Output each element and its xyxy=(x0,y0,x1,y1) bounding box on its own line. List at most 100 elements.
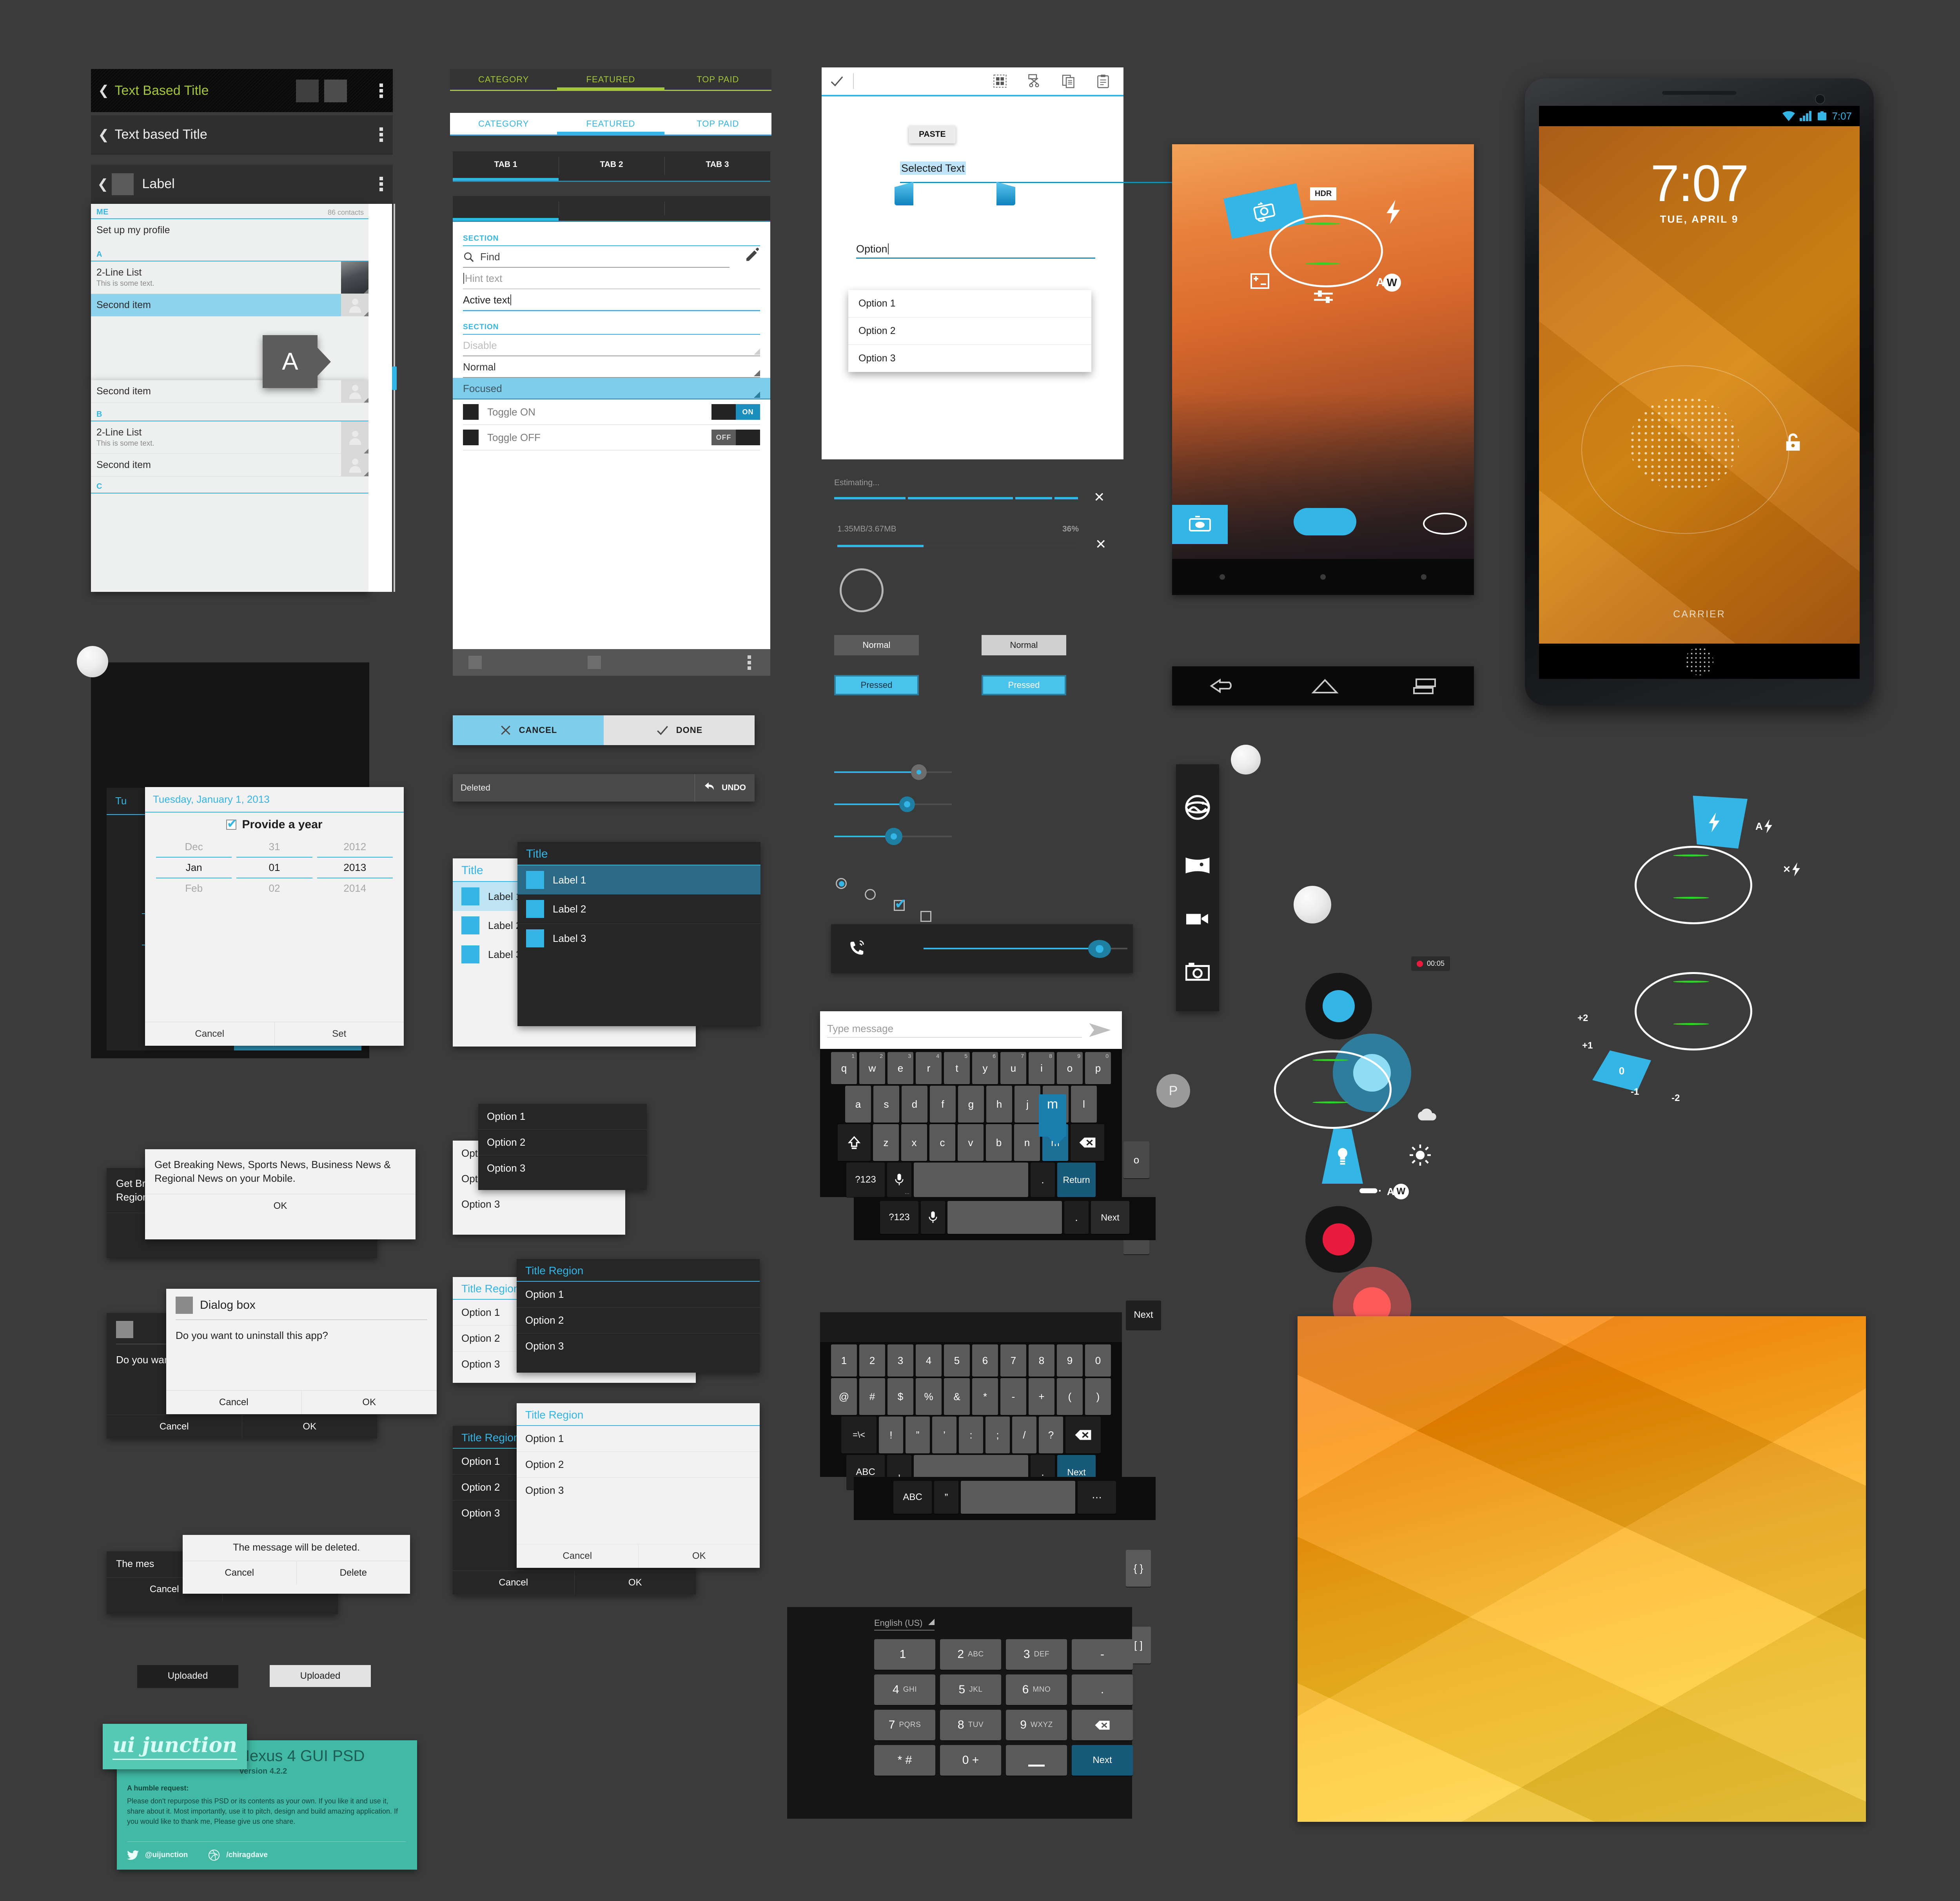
keypad-key-5[interactable]: 5 JKL xyxy=(940,1674,1001,1705)
incandescent-wedge[interactable] xyxy=(1322,1129,1363,1184)
menu-dark[interactable]: Option 1 Option 2 Option 3 xyxy=(478,1104,647,1190)
key-asterisk[interactable]: * xyxy=(972,1378,998,1415)
camera-mode-chip[interactable] xyxy=(1172,505,1228,544)
overflow-menu-icon[interactable] xyxy=(379,127,383,142)
key-2[interactable]: 2 xyxy=(859,1344,885,1377)
selection-handle-right[interactable] xyxy=(996,182,1015,205)
key-v[interactable]: v xyxy=(958,1124,984,1161)
tab-3[interactable]: TAB 3 xyxy=(664,151,770,181)
ok-button[interactable]: OK xyxy=(638,1544,760,1568)
toggle-on-row[interactable]: Toggle ON ON xyxy=(463,399,760,425)
tab-icon-1[interactable] xyxy=(453,196,559,221)
keyboard-symbols-ghost[interactable]: ABC ” ⋯ xyxy=(854,1477,1156,1520)
nav-dot-ring[interactable] xyxy=(1685,647,1713,675)
scrollbar-thumb[interactable] xyxy=(392,366,397,390)
cancel-button[interactable]: Cancel xyxy=(145,1022,274,1046)
key-squote[interactable]: ’ xyxy=(932,1417,956,1453)
exposure-selected-wedge[interactable]: 0 xyxy=(1592,1050,1651,1092)
key-g[interactable]: g xyxy=(958,1086,984,1123)
space-key[interactable] xyxy=(914,1163,1028,1197)
cancel-button[interactable]: Cancel xyxy=(107,1415,242,1438)
list-dialog-dark[interactable]: Title Label 1 Label 2 Label 3 xyxy=(517,842,760,1026)
tab-2[interactable]: TAB 2 xyxy=(559,151,664,181)
table-row[interactable]: Second item xyxy=(91,380,369,403)
key-h[interactable]: h xyxy=(986,1086,1012,1123)
key-minus[interactable]: - xyxy=(1000,1378,1026,1415)
datepicker-dialog[interactable]: Tuesday, January 1, 2013 Provide a year … xyxy=(145,787,404,1046)
key-z[interactable]: z xyxy=(873,1124,899,1161)
overflow-menu-icon[interactable] xyxy=(379,83,383,98)
keypad-next-key[interactable]: Next xyxy=(1072,1745,1133,1776)
button-normal-dark[interactable]: Normal xyxy=(834,635,919,655)
key-r[interactable]: 4r xyxy=(916,1052,942,1084)
appbar-dark[interactable]: ❮ Text based Title xyxy=(91,115,393,154)
key-j[interactable]: j xyxy=(1014,1086,1040,1123)
list-item[interactable]: Option 3 xyxy=(517,1478,760,1503)
ok-button[interactable]: OK xyxy=(301,1391,437,1414)
switch-on[interactable]: ON xyxy=(711,404,760,420)
back-icon[interactable] xyxy=(1209,678,1237,694)
symbols-row-2[interactable]: @ # $ % & * - + ( ) xyxy=(822,1378,1120,1415)
camera-viewfinder[interactable]: HDR A W xyxy=(1172,144,1474,595)
key-f[interactable]: f xyxy=(930,1086,956,1123)
list-item[interactable]: Option 2 xyxy=(517,1308,760,1333)
keyboard-row-1[interactable]: 1q 2w 3e 4r 5t 6y 7u 8i 9o 0p xyxy=(822,1052,1120,1084)
key-dollar[interactable]: $ xyxy=(887,1378,913,1415)
check-icon[interactable] xyxy=(829,74,844,89)
done-button[interactable]: DONE xyxy=(604,715,755,745)
key-e[interactable]: 3e xyxy=(887,1052,913,1084)
key-plus[interactable]: + xyxy=(1029,1378,1054,1415)
key-rparen[interactable]: ) xyxy=(1085,1378,1111,1415)
return-key[interactable]: Return xyxy=(1057,1163,1096,1197)
tab-icon-2[interactable] xyxy=(559,196,664,221)
month-prev[interactable]: Dec xyxy=(154,837,234,857)
key-x[interactable]: x xyxy=(901,1124,927,1161)
checkbox-on[interactable] xyxy=(894,896,906,912)
undo-button[interactable]: UNDO xyxy=(695,774,755,802)
toggle-off-row[interactable]: Toggle OFF OFF xyxy=(463,425,760,450)
keyboard-row-2[interactable]: a s d f g h j l xyxy=(822,1086,1120,1123)
exposure-dial-ring[interactable] xyxy=(1635,972,1752,1050)
key-5[interactable]: 5 xyxy=(944,1344,970,1377)
button-pressed-left[interactable]: Pressed xyxy=(834,675,919,695)
cancel-button[interactable]: Cancel xyxy=(453,1571,574,1594)
next-key-ghost[interactable]: Next xyxy=(1091,1201,1129,1234)
key-0[interactable]: 0 xyxy=(1085,1344,1111,1377)
title-region-dark[interactable]: Title Region Option 1 Option 2 Option 3 xyxy=(517,1259,760,1373)
volume-thumb[interactable] xyxy=(1088,940,1111,958)
list-item[interactable]: Option 1 xyxy=(517,1426,760,1452)
appbar-action-2[interactable] xyxy=(324,80,347,102)
menu-item[interactable]: Option 2 xyxy=(478,1130,647,1155)
volume-panel[interactable] xyxy=(831,924,1133,973)
shutter-ring[interactable] xyxy=(1269,215,1383,287)
tab-featured[interactable]: FEATURED xyxy=(557,113,664,134)
next-key-overlay[interactable]: Next xyxy=(1126,1301,1161,1330)
appbar-black[interactable]: ❮ Text Based Title xyxy=(91,69,393,112)
abc-key-ghost[interactable]: ABC xyxy=(893,1481,932,1514)
list-item[interactable]: Label 1 xyxy=(517,865,760,894)
keypad-key-9[interactable]: 9 WXYZ xyxy=(1006,1710,1067,1740)
paste-chip[interactable]: PASTE xyxy=(909,125,956,143)
overflow-menu-icon[interactable] xyxy=(379,177,383,191)
dialog-buttons[interactable]: Cancel OK xyxy=(517,1544,760,1568)
key-semicolon[interactable]: ; xyxy=(985,1417,1010,1453)
tabs-white[interactable]: CATEGORY FEATURED TOP PAID xyxy=(450,113,771,136)
tab-featured[interactable]: FEATURED xyxy=(557,69,664,90)
camera-icon[interactable] xyxy=(1185,962,1210,981)
key-at[interactable]: @ xyxy=(831,1378,857,1415)
key-amp[interactable]: & xyxy=(944,1378,970,1415)
panorama-icon[interactable] xyxy=(1185,855,1210,876)
key-p[interactable]: 0p xyxy=(1085,1052,1111,1084)
key-slash[interactable]: / xyxy=(1012,1417,1036,1453)
camera-mode-rail[interactable] xyxy=(1176,764,1219,1011)
undo-snackbar[interactable]: Deleted UNDO xyxy=(453,774,755,802)
symbols-row-3[interactable]: =\< ! ” ’ : ; / ? xyxy=(822,1417,1120,1453)
cancel-button[interactable]: CANCEL xyxy=(453,715,604,745)
slider-thumb[interactable] xyxy=(911,764,927,780)
sliders-icon[interactable] xyxy=(1313,288,1334,305)
month-next[interactable]: Feb xyxy=(154,878,234,898)
paste-icon[interactable] xyxy=(1096,74,1110,88)
keypad-key-2[interactable]: 2 ABC xyxy=(940,1639,1001,1670)
back-icon[interactable] xyxy=(1220,574,1225,580)
keyboard-row-4[interactable]: ?123 ⋯ . Return xyxy=(822,1163,1120,1197)
